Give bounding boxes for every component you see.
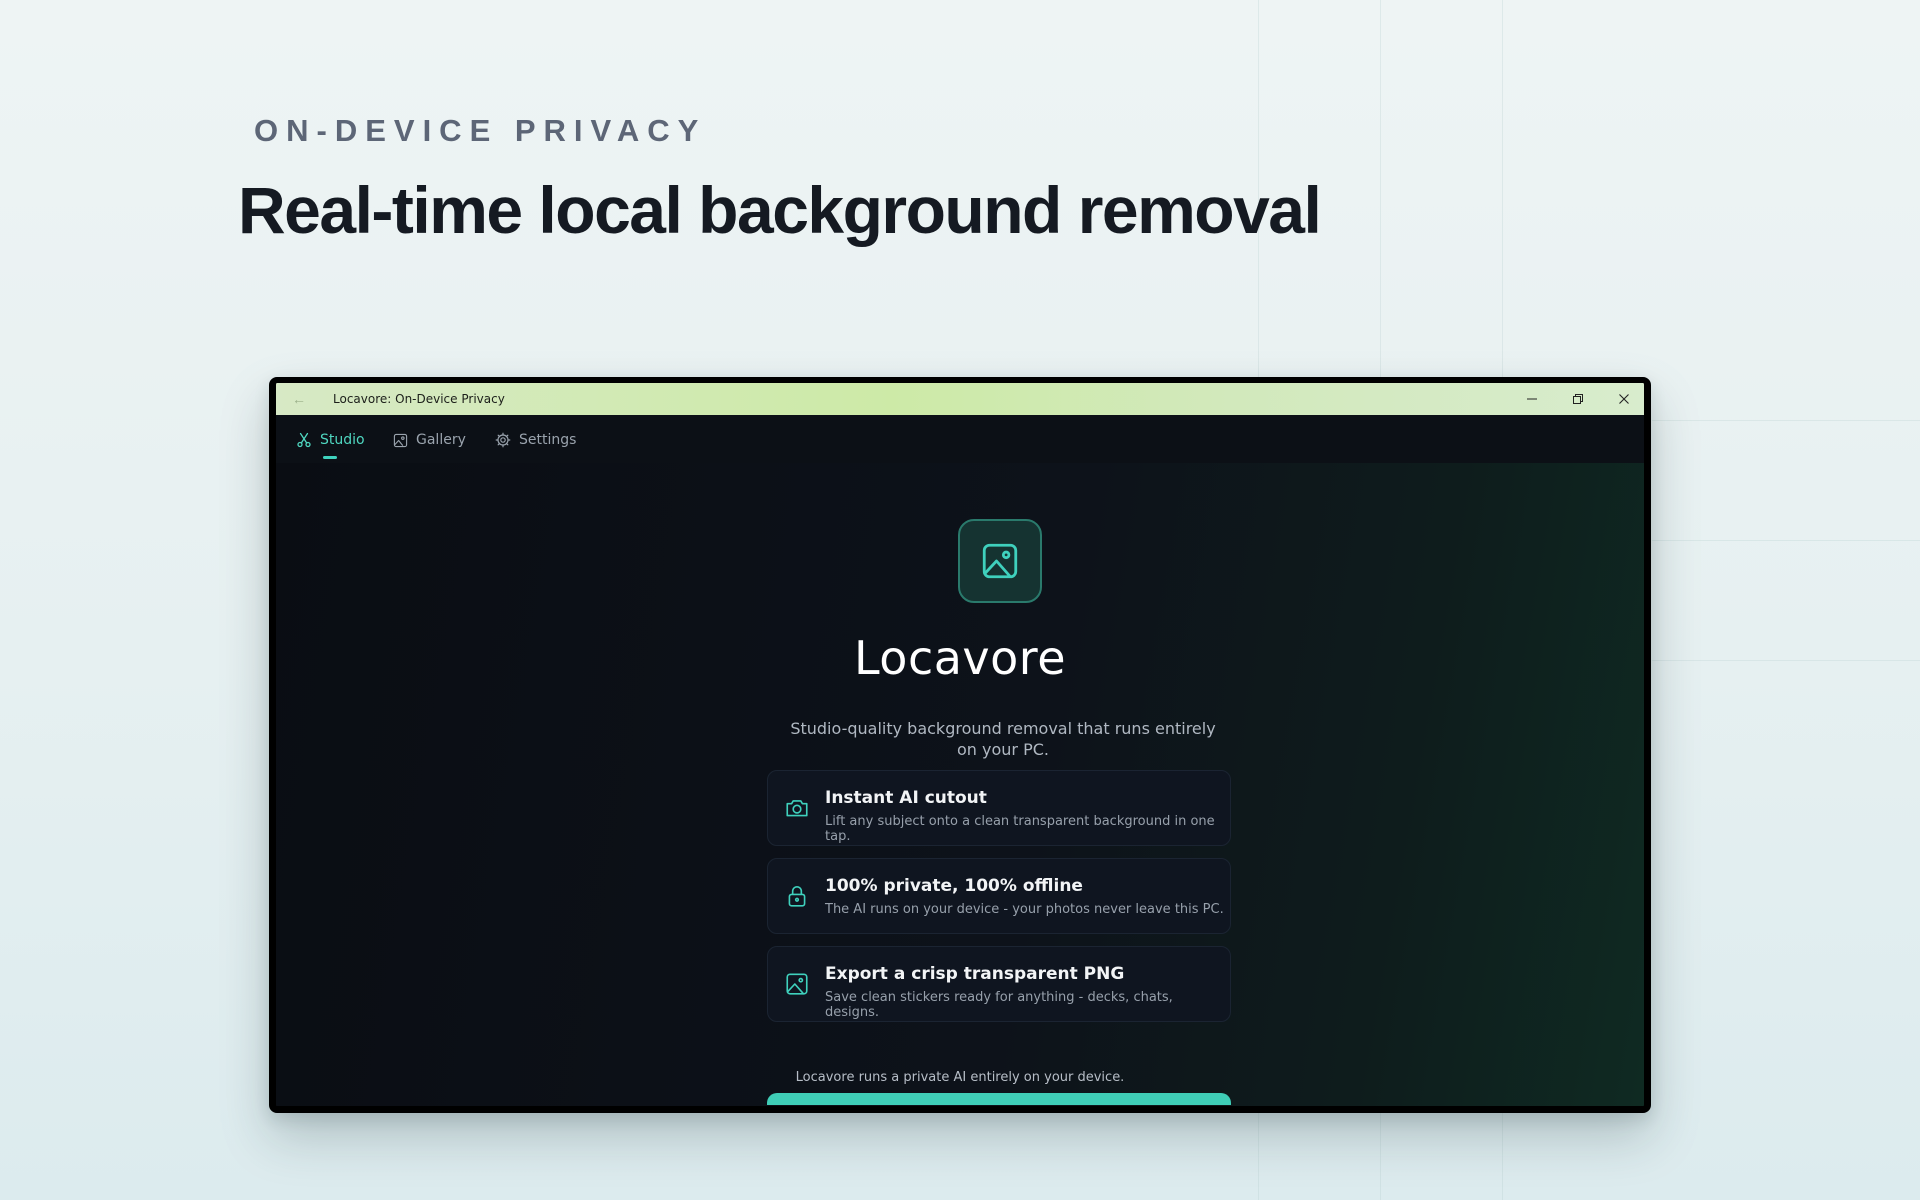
studio-welcome-panel: Locavore Studio-quality background remov… bbox=[276, 463, 1644, 1106]
image-icon bbox=[982, 543, 1018, 579]
close-button[interactable] bbox=[1601, 383, 1644, 415]
app-window: ← Locavore: On-Device Privacy Studio Gal… bbox=[269, 377, 1651, 1113]
feature-card: 100% private, 100% offline The AI runs o… bbox=[767, 858, 1231, 934]
app-tagline: Studio-quality background removal that r… bbox=[790, 719, 1216, 759]
feature-card: Instant AI cutout Lift any subject onto … bbox=[767, 770, 1231, 846]
lock-icon bbox=[783, 882, 811, 910]
gear-icon bbox=[495, 432, 511, 448]
scissors-icon bbox=[297, 432, 311, 448]
app-name: Locavore bbox=[853, 631, 1066, 685]
title-bar[interactable]: ← Locavore: On-Device Privacy bbox=[276, 383, 1644, 415]
window-title: Locavore: On-Device Privacy bbox=[333, 392, 505, 406]
top-nav: Studio Gallery Settings bbox=[276, 415, 1644, 463]
restore-button[interactable] bbox=[1555, 383, 1601, 415]
privacy-footnote: Locavore runs a private AI entirely on y… bbox=[795, 1070, 1125, 1085]
page-headline: Real-time local background removal bbox=[238, 173, 1322, 247]
tab-studio[interactable]: Studio bbox=[296, 429, 365, 451]
image-icon bbox=[393, 433, 408, 447]
tab-studio-label: Studio bbox=[320, 432, 365, 448]
back-arrow-icon[interactable]: ← bbox=[290, 390, 308, 408]
feature-description: Lift any subject onto a clean transparen… bbox=[825, 814, 1215, 844]
feature-title: Instant AI cutout bbox=[825, 788, 987, 808]
minimize-icon bbox=[1527, 398, 1537, 400]
feature-card: Export a crisp transparent PNG Save clea… bbox=[767, 946, 1231, 1022]
feature-description: The AI runs on your device - your photos… bbox=[825, 902, 1224, 917]
restore-icon bbox=[1573, 394, 1583, 404]
feature-title: Export a crisp transparent PNG bbox=[825, 964, 1125, 984]
background-grid-line bbox=[1652, 420, 1920, 421]
primary-action-button[interactable] bbox=[767, 1093, 1231, 1105]
feature-title: 100% private, 100% offline bbox=[825, 876, 1083, 896]
eyebrow-label: ON-DEVICE PRIVACY bbox=[254, 113, 707, 148]
feature-description: Save clean stickers ready for anything -… bbox=[825, 990, 1173, 1020]
background-grid-line bbox=[1652, 660, 1920, 661]
close-icon bbox=[1619, 394, 1629, 404]
tab-gallery-label: Gallery bbox=[416, 432, 466, 448]
tab-settings-label: Settings bbox=[519, 432, 577, 448]
camera-icon bbox=[783, 794, 811, 822]
minimize-button[interactable] bbox=[1509, 383, 1555, 415]
tab-gallery[interactable]: Gallery bbox=[393, 429, 466, 451]
active-tab-indicator bbox=[323, 456, 337, 459]
tab-settings[interactable]: Settings bbox=[495, 429, 576, 451]
background-grid-line bbox=[1652, 540, 1920, 541]
app-logo bbox=[958, 519, 1042, 603]
image-icon bbox=[783, 970, 811, 998]
